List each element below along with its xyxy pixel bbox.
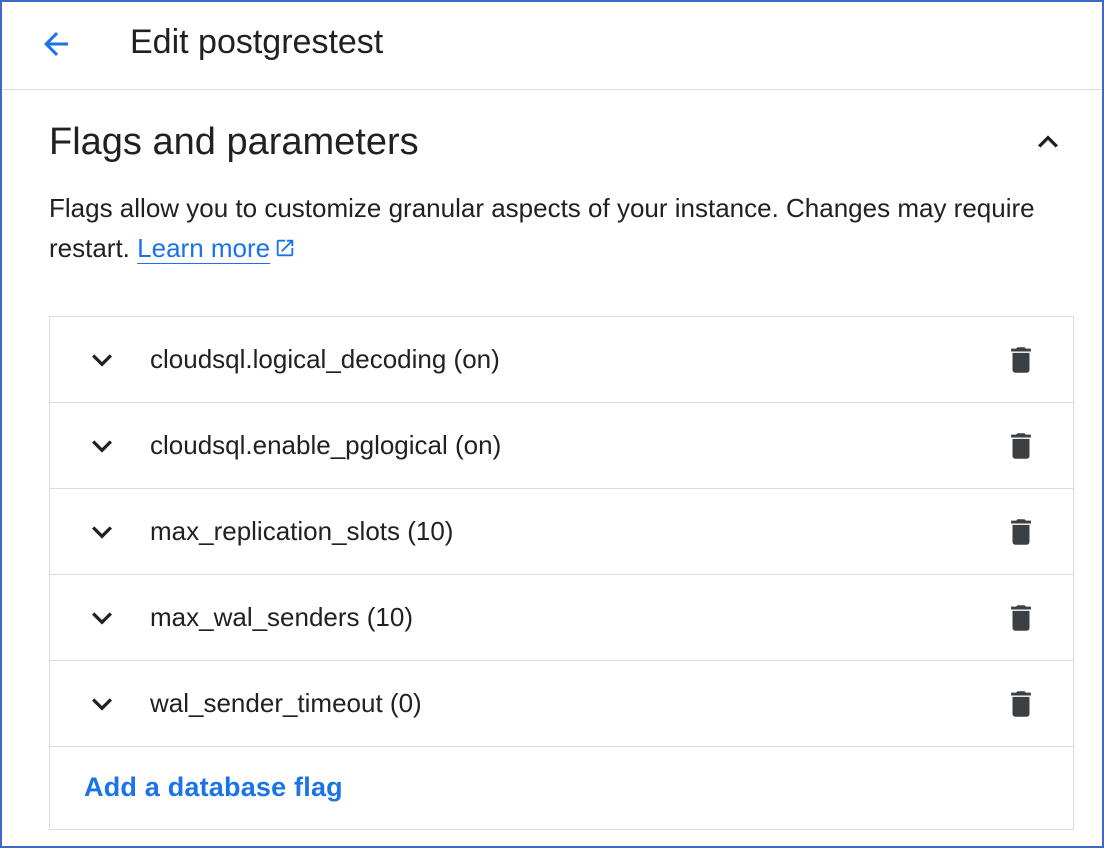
open-in-new-icon <box>276 239 294 257</box>
flag-label: max_wal_senders (10) <box>150 602 414 632</box>
delete-flag-button[interactable] <box>997 680 1045 728</box>
delete-flag-button[interactable] <box>997 422 1045 470</box>
flag-row: cloudsql.logical_decoding (on) <box>50 317 1073 403</box>
collapse-section-button[interactable] <box>1024 118 1072 166</box>
database-flags-list: cloudsql.logical_decoding (on) cloudsql.… <box>49 316 1074 830</box>
delete-flag-button[interactable] <box>997 336 1045 384</box>
flag-label: wal_sender_timeout (0) <box>150 688 422 718</box>
expand-flag-button[interactable] <box>78 336 126 384</box>
delete-flag-button[interactable] <box>997 594 1045 642</box>
chevron-up-icon <box>1038 135 1058 148</box>
flag-label: max_replication_slots (10) <box>150 516 454 546</box>
flag-row: max_wal_senders (10) <box>50 575 1073 661</box>
trash-icon <box>1011 519 1031 545</box>
flag-label: cloudsql.enable_pglogical (on) <box>150 430 502 460</box>
chevron-down-icon <box>92 526 112 539</box>
expand-flag-button[interactable] <box>78 594 126 642</box>
chevron-down-icon <box>92 698 112 711</box>
trash-icon <box>1011 433 1031 459</box>
header: Edit postgrestest <box>2 2 1102 90</box>
add-database-flag-button[interactable]: Add a database flag <box>84 769 343 805</box>
trash-icon <box>1011 605 1031 631</box>
learn-more-link[interactable]: Learn more <box>137 233 296 263</box>
trash-icon <box>1011 347 1031 373</box>
page-title: Edit postgrestest <box>130 23 384 61</box>
flag-label: cloudsql.logical_decoding (on) <box>150 344 500 374</box>
learn-more-label: Learn more <box>137 233 271 263</box>
trash-icon <box>1011 691 1031 717</box>
expand-flag-button[interactable] <box>78 508 126 556</box>
flag-row: max_replication_slots (10) <box>50 489 1073 575</box>
delete-flag-button[interactable] <box>997 508 1045 556</box>
flag-row: cloudsql.enable_pglogical (on) <box>50 403 1073 489</box>
add-flag-row: Add a database flag <box>50 747 1073 829</box>
arrow-back-icon <box>44 32 68 56</box>
back-button[interactable] <box>32 20 80 68</box>
section-description: Flags allow you to customize granular as… <box>49 188 1049 268</box>
expand-flag-button[interactable] <box>78 680 126 728</box>
flag-row: wal_sender_timeout (0) <box>50 661 1073 747</box>
section-title: Flags and parameters <box>49 121 419 163</box>
chevron-down-icon <box>92 440 112 453</box>
chevron-down-icon <box>92 354 112 367</box>
chevron-down-icon <box>92 612 112 625</box>
expand-flag-button[interactable] <box>78 422 126 470</box>
edit-instance-panel: Edit postgrestest Flags and parameters F… <box>0 0 1104 848</box>
